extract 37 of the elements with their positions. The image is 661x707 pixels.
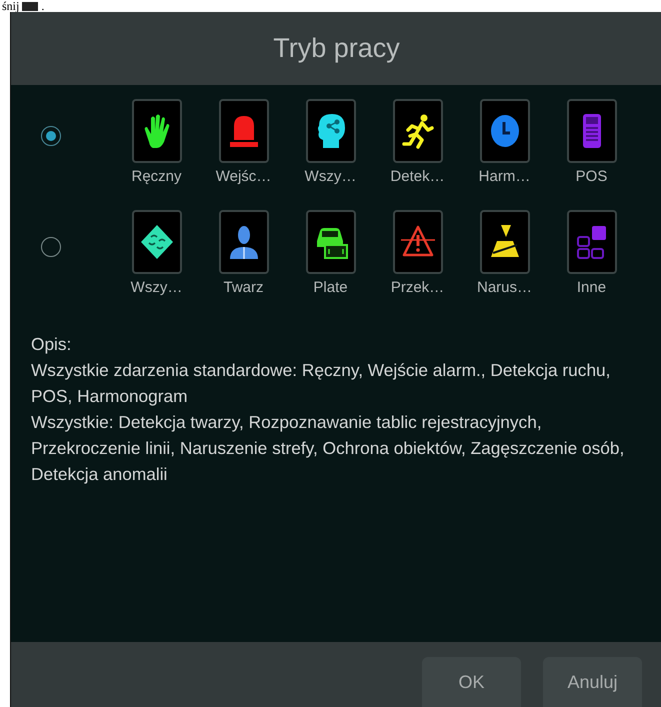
event-label: Ręczny (131, 168, 182, 185)
event-label: Plate (313, 279, 348, 296)
dialog-title: Tryb pracy (273, 33, 400, 64)
description-heading: Opis: (31, 333, 72, 356)
event-label: Przek… (390, 279, 444, 296)
event-label: Narus… (476, 279, 532, 296)
event-tile[interactable] (218, 210, 268, 274)
small-square-icon (22, 2, 38, 11)
event-tile[interactable] (566, 210, 616, 274)
event-tile[interactable] (566, 99, 616, 163)
event-label: POS (576, 168, 608, 185)
diamond-pattern-icon (138, 223, 174, 261)
event-label: Harm… (478, 168, 530, 185)
event-tile[interactable] (480, 210, 530, 274)
event-tile[interactable] (392, 99, 442, 163)
event-label: Twarz (223, 279, 264, 296)
radio-button[interactable] (41, 237, 61, 257)
event-tile[interactable] (218, 99, 268, 163)
radio-button[interactable] (41, 126, 61, 146)
dialog-button[interactable]: Anuluj (543, 657, 642, 707)
description-text: Wszystkie zdarzenia standardowe: Ręczny, Wejście alarm., Detekcja ruchu, POS, Harmonogram (31, 359, 612, 408)
page-text: śnij (2, 0, 20, 12)
event-tile[interactable] (306, 210, 356, 274)
event-tile[interactable] (480, 99, 530, 163)
event-tile[interactable] (132, 210, 182, 274)
event-label: Detek… (390, 168, 445, 185)
period-text: . (41, 0, 44, 12)
event-label: Inne (576, 279, 606, 296)
running-person-icon (400, 112, 436, 150)
event-label: Wejśc… (216, 168, 272, 185)
event-label: Wszy… (304, 168, 356, 185)
dialog-button[interactable]: OK (422, 657, 521, 707)
event-tile[interactable] (306, 99, 356, 163)
description-text: Wszystkie: Detekcja twarzy, Rozpoznawanie tablic rejestracyjnych, Przekroczenie linii, Naruszenie strefy, Ochrona obiektów, Zagęszczenie osób, Detekcja anomalii (31, 411, 626, 486)
event-tile[interactable] (392, 210, 442, 274)
event-tile[interactable] (132, 99, 182, 163)
event-label: Wszy… (130, 279, 182, 296)
